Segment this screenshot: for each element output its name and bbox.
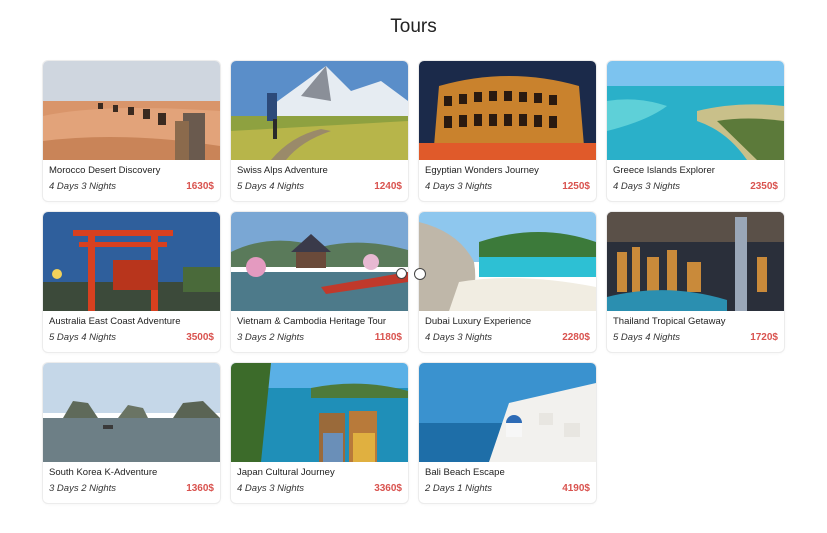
tour-card[interactable]: South Korea K-Adventure 3 Days 2 Nights … <box>43 363 220 503</box>
tour-price: 3360$ <box>374 483 402 494</box>
tour-image <box>419 212 596 311</box>
tour-card[interactable]: Japan Cultural Journey 4 Days 3 Nights 3… <box>231 363 408 503</box>
tour-duration: 5 Days 4 Nights <box>613 332 681 343</box>
tour-price: 1250$ <box>562 181 590 192</box>
tour-duration: 3 Days 2 Nights <box>49 483 117 494</box>
tour-name: Thailand Tropical Getaway <box>613 316 726 327</box>
tour-image <box>231 61 408 160</box>
tour-price: 1720$ <box>750 332 778 343</box>
tour-name: Dubai Luxury Experience <box>425 316 532 327</box>
tour-duration: 4 Days 3 Nights <box>49 181 117 192</box>
tour-name: Bali Beach Escape <box>425 467 505 478</box>
tour-card[interactable]: Australia East Coast Adventure 5 Days 4 … <box>43 212 220 352</box>
tour-image <box>607 212 784 311</box>
tour-price: 1180$ <box>374 332 402 343</box>
tour-card[interactable]: Egyptian Wonders Journey 4 Days 3 Nights… <box>419 61 596 201</box>
tour-image <box>43 61 220 160</box>
tour-card[interactable]: Greece Islands Explorer 4 Days 3 Nights … <box>607 61 784 201</box>
page-title: Tours <box>390 16 437 37</box>
tour-price: 1240$ <box>374 181 402 192</box>
tour-image <box>607 61 784 160</box>
tour-price: 1630$ <box>186 181 214 192</box>
tour-card[interactable]: Swiss Alps Adventure 5 Days 4 Nights 124… <box>231 61 408 201</box>
carousel-indicator <box>396 268 426 280</box>
tour-grid: Morocco Desert Discovery 4 Days 3 Nights… <box>43 61 784 503</box>
tour-name: Egyptian Wonders Journey <box>425 165 539 176</box>
tour-name: Australia East Coast Adventure <box>49 316 181 327</box>
tour-image <box>231 212 408 311</box>
tour-name: Greece Islands Explorer <box>613 165 715 176</box>
tour-image <box>43 363 220 462</box>
carousel-dot[interactable] <box>396 268 407 279</box>
tour-name: Morocco Desert Discovery <box>49 165 161 176</box>
tour-price: 4190$ <box>562 483 590 494</box>
tour-duration: 5 Days 4 Nights <box>237 181 305 192</box>
tour-card[interactable]: Bali Beach Escape 2 Days 1 Nights 4190$ <box>419 363 596 503</box>
carousel-dot-active[interactable] <box>414 268 426 280</box>
tour-duration: 5 Days 4 Nights <box>49 332 117 343</box>
tour-duration: 4 Days 3 Nights <box>613 181 681 192</box>
tour-card[interactable]: Thailand Tropical Getaway 5 Days 4 Night… <box>607 212 784 352</box>
tour-image <box>419 61 596 160</box>
tour-image <box>231 363 408 462</box>
tour-card[interactable]: Morocco Desert Discovery 4 Days 3 Nights… <box>43 61 220 201</box>
tour-image <box>43 212 220 311</box>
tour-card[interactable]: Dubai Luxury Experience 4 Days 3 Nights … <box>419 212 596 352</box>
tour-name: Swiss Alps Adventure <box>237 165 328 176</box>
tour-duration: 2 Days 1 Nights <box>425 483 493 494</box>
tour-duration: 4 Days 3 Nights <box>425 181 493 192</box>
tour-name: Japan Cultural Journey <box>237 467 335 478</box>
tour-price: 2350$ <box>750 181 778 192</box>
tour-price: 2280$ <box>562 332 590 343</box>
tour-duration: 4 Days 3 Nights <box>425 332 493 343</box>
tour-price: 3500$ <box>186 332 214 343</box>
tour-duration: 3 Days 2 Nights <box>237 332 305 343</box>
tour-name: South Korea K-Adventure <box>49 467 158 478</box>
tour-card[interactable]: Vietnam & Cambodia Heritage Tour 3 Days … <box>231 212 408 352</box>
tour-image <box>419 363 596 462</box>
tour-price: 1360$ <box>186 483 214 494</box>
tour-name: Vietnam & Cambodia Heritage Tour <box>237 316 387 327</box>
tour-duration: 4 Days 3 Nights <box>237 483 305 494</box>
